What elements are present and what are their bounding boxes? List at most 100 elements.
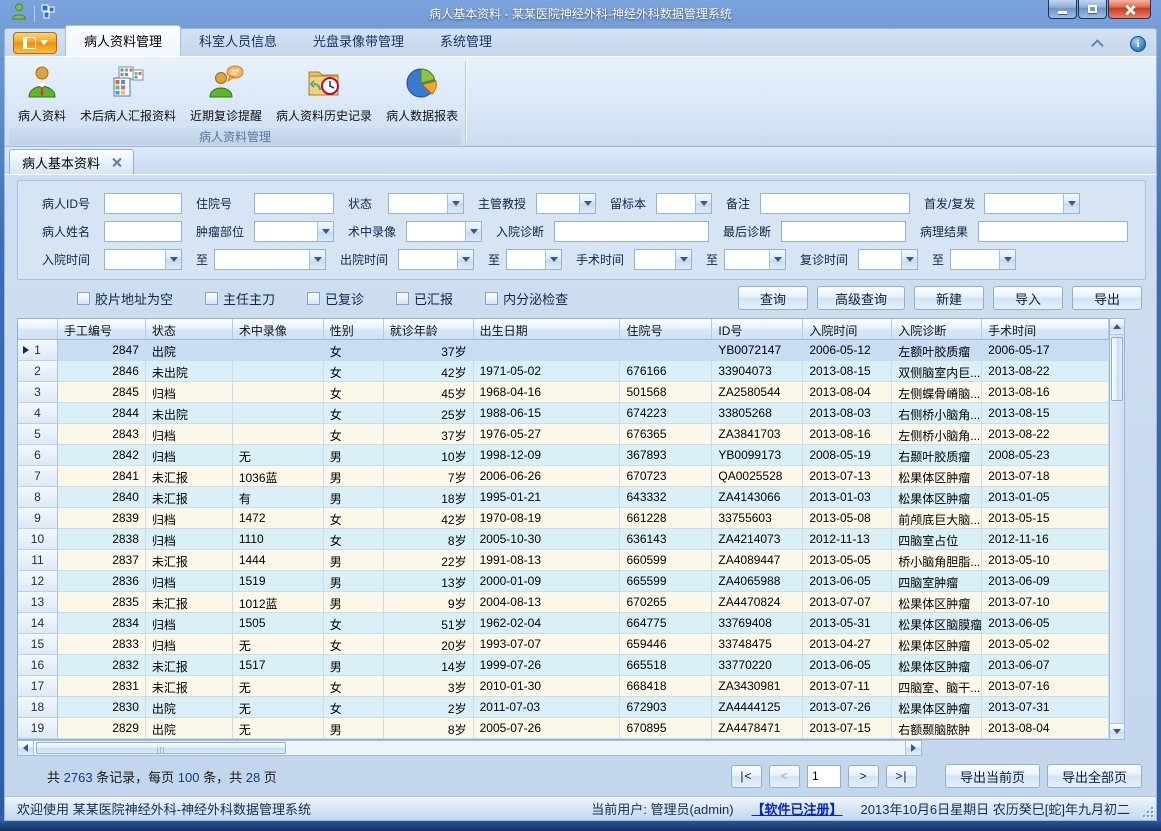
grid-cell[interactable]: 女 <box>324 424 384 445</box>
column-header[interactable]: 出生日期 <box>474 319 621 340</box>
grid-cell[interactable]: 2847 <box>58 340 146 361</box>
table-row[interactable]: 52843归档女37岁1976-05-27676365ZA38417032013… <box>18 424 1109 445</box>
grid-cell[interactable]: 42岁 <box>384 508 474 529</box>
grid-cell[interactable]: 松果体区肿瘤 <box>892 466 982 487</box>
grid-cell[interactable]: 未汇报 <box>146 592 233 613</box>
grid-cell[interactable]: 2013-07-10 <box>982 592 1109 613</box>
grid-cell[interactable]: 37岁 <box>384 424 474 445</box>
app-menu-button[interactable] <box>13 32 57 54</box>
ribbon-button-postop-report-data[interactable]: 术后病人汇报资料 <box>73 61 183 127</box>
grid-cell[interactable]: 2829 <box>58 718 146 739</box>
grid-cell[interactable]: 2013-06-05 <box>982 613 1109 634</box>
grid-cell[interactable]: 664775 <box>620 613 712 634</box>
scroll-down-arrow-icon[interactable] <box>1110 723 1124 739</box>
grid-cell[interactable]: ZA4478471 <box>712 718 803 739</box>
grid-cell[interactable]: 松果体区肿瘤 <box>892 697 982 718</box>
row-indicator[interactable]: 16 <box>18 655 58 676</box>
grid-cell[interactable]: 女 <box>324 340 384 361</box>
grid-cell[interactable]: 女 <box>324 361 384 382</box>
row-indicator[interactable]: 2 <box>18 361 58 382</box>
surgery-date-to-combo[interactable] <box>724 249 786 270</box>
grid-cell[interactable]: 2836 <box>58 571 146 592</box>
grid-cell[interactable]: 松果体区肿瘤 <box>892 655 982 676</box>
grid-cell[interactable]: 有 <box>233 487 324 508</box>
grid-cell[interactable]: 1976-05-27 <box>474 424 621 445</box>
grid-cell[interactable]: 2832 <box>58 655 146 676</box>
grid-cell[interactable]: 2841 <box>58 466 146 487</box>
grid-cell[interactable]: 1472 <box>233 508 324 529</box>
grid-cell[interactable]: 1110 <box>233 529 324 550</box>
grid-cell[interactable]: 无 <box>233 445 324 466</box>
table-row[interactable]: 32845归档女45岁1968-04-16501568ZA25805442013… <box>18 382 1109 403</box>
specimen-combo[interactable] <box>656 193 712 214</box>
resize-grip[interactable] <box>1143 807 1153 817</box>
grid-cell[interactable]: 1970-08-19 <box>474 508 621 529</box>
grid-cell[interactable]: 367893 <box>620 445 712 466</box>
grid-cell[interactable]: 2006-06-26 <box>474 466 621 487</box>
row-indicator[interactable]: 10 <box>18 529 58 550</box>
table-row[interactable]: 182830出院无女2岁2011-07-03672903ZA4444125201… <box>18 697 1109 718</box>
grid-cell[interactable]: 2013-08-16 <box>982 382 1109 403</box>
column-header[interactable]: 性别 <box>324 319 384 340</box>
horizontal-scrollbar[interactable] <box>17 740 922 756</box>
grid-cell[interactable]: 女 <box>324 634 384 655</box>
minimize-button[interactable] <box>1048 0 1077 19</box>
grid-cell[interactable]: 18岁 <box>384 487 474 508</box>
grid-cell[interactable]: ZA4065988 <box>712 571 803 592</box>
grid-cell[interactable]: 7岁 <box>384 466 474 487</box>
grid-cell[interactable]: 1993-07-07 <box>474 634 621 655</box>
prev-page-button[interactable]: < <box>769 765 800 788</box>
grid-cell[interactable]: 2013-05-10 <box>982 550 1109 571</box>
grid-cell[interactable]: ZA3841703 <box>712 424 803 445</box>
grid-cell[interactable]: 1968-04-16 <box>474 382 621 403</box>
grid-cell[interactable]: 670723 <box>620 466 712 487</box>
grid-cell[interactable]: 四脑室、脑干... <box>892 676 982 697</box>
grid-cell[interactable]: 2013-07-16 <box>982 676 1109 697</box>
grid-cell[interactable]: 661228 <box>620 508 712 529</box>
tab-patient-basic-data[interactable]: 病人基本资料 <box>9 149 134 174</box>
grid-cell[interactable]: 51岁 <box>384 613 474 634</box>
grid-cell[interactable]: 2844 <box>58 403 146 424</box>
info-icon[interactable]: i <box>1130 36 1146 52</box>
grid-cell[interactable]: 45岁 <box>384 382 474 403</box>
grid-cell[interactable]: 42岁 <box>384 361 474 382</box>
grid-cell[interactable]: 出院 <box>146 718 233 739</box>
row-indicator[interactable]: 18 <box>18 697 58 718</box>
row-indicator[interactable]: 11 <box>18 550 58 571</box>
grid-cell[interactable]: 2013-07-13 <box>803 466 892 487</box>
grid-cell[interactable]: 归档 <box>146 529 233 550</box>
export-all-pages-button[interactable]: 导出全部页 <box>1047 764 1142 788</box>
grid-cell[interactable]: 2013-08-22 <box>982 361 1109 382</box>
scroll-right-arrow-icon[interactable] <box>905 741 921 755</box>
grid-cell[interactable]: 659446 <box>620 634 712 655</box>
grid-cell[interactable]: 2013-01-05 <box>982 487 1109 508</box>
grid-cell[interactable]: 2013-07-18 <box>982 466 1109 487</box>
grid-cell[interactable]: 3岁 <box>384 676 474 697</box>
grid-cell[interactable]: 2004-08-13 <box>474 592 621 613</box>
grid-cell[interactable]: 501568 <box>620 382 712 403</box>
table-row[interactable]: 192829出院无男8岁2005-07-26670895ZA4478471201… <box>18 718 1109 739</box>
row-indicator[interactable]: 1 <box>18 340 58 361</box>
grid-cell[interactable]: 2010-01-30 <box>474 676 621 697</box>
grid-cell[interactable]: 22岁 <box>384 550 474 571</box>
grid-cell[interactable]: 2012-11-13 <box>803 529 892 550</box>
followup-date-from-combo[interactable] <box>858 249 918 270</box>
checkbox-chief-surgeon[interactable]: 主任主刀 <box>205 289 275 308</box>
grid-cell[interactable]: 桥小脑角胆脂... <box>892 550 982 571</box>
first-or-recurrent-combo[interactable] <box>984 193 1080 214</box>
grid-cell[interactable]: 2005-07-26 <box>474 718 621 739</box>
grid-cell[interactable]: 2843 <box>58 424 146 445</box>
grid-cell[interactable]: 2岁 <box>384 697 474 718</box>
grid-cell[interactable]: 2013-07-15 <box>803 718 892 739</box>
grid-cell[interactable]: 2013-07-26 <box>803 697 892 718</box>
grid-cell[interactable]: 670895 <box>620 718 712 739</box>
next-page-button[interactable]: > <box>848 765 879 788</box>
grid-cell[interactable]: 20岁 <box>384 634 474 655</box>
grid-cell[interactable]: 1036蓝 <box>233 466 324 487</box>
table-row[interactable]: 102838归档1110女8岁2005-10-30636143ZA4214073… <box>18 529 1109 550</box>
ribbon-button-patient-report[interactable]: 病人数据报表 <box>379 61 465 127</box>
grid-cell[interactable]: 668418 <box>620 676 712 697</box>
table-row[interactable]: 22846未出院女42岁1971-05-02676166339040732013… <box>18 361 1109 382</box>
table-row[interactable]: 72841未汇报1036蓝男7岁2006-06-26670723QA002552… <box>18 466 1109 487</box>
pathology-result-input[interactable] <box>978 221 1128 242</box>
